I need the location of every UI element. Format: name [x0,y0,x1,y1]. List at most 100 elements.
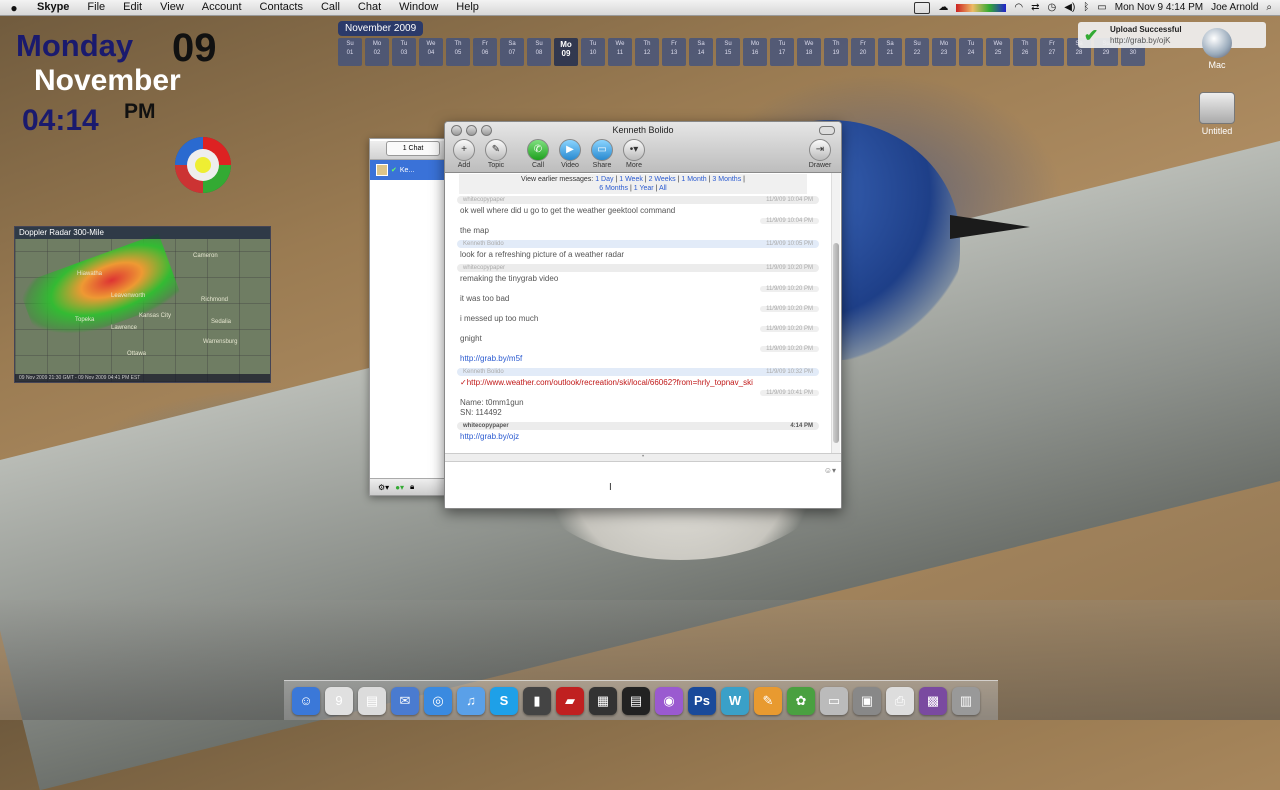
menubar-user[interactable]: Joe Arnold [1211,2,1258,13]
safari-icon[interactable]: ◎ [424,686,452,715]
message-time: 11/9/09 10:20 PM [766,265,813,271]
lock-icon[interactable]: 🔒︎ [410,482,414,492]
topic-button[interactable]: ✎ Topic [479,139,513,169]
chats-selector[interactable]: 1 Chat [386,141,440,156]
desktop-icon-mac[interactable]: Mac [1187,28,1247,70]
clock-icon[interactable]: ◷ [1048,2,1057,13]
film-icon[interactable]: ▦ [589,686,617,715]
menu-view[interactable]: View [151,0,193,15]
toolbar-toggle-button[interactable] [819,126,835,135]
drive-icon[interactable]: ▭ [820,686,848,715]
earlier-link-1-day[interactable]: 1 Day [595,176,613,183]
calendar-day-number: 04 [427,50,435,56]
plant-icon[interactable]: ✿ [787,686,815,715]
message-input[interactable]: I ☺▾ [445,462,841,508]
calendar-day: Su [913,41,921,47]
spotlight-icon[interactable]: ⌕ [1266,2,1272,13]
calendar-day-number: 19 [832,50,840,56]
calendar-day-number: 03 [400,50,408,56]
split-handle[interactable]: • [445,453,841,462]
trash-icon[interactable]: ▥ [952,686,980,715]
earlier-link-1-month[interactable]: 1 Month [681,176,706,183]
apple-menu-icon[interactable]: ● [0,1,28,15]
chat-titlebar: Kenneth Bolido + Add ✎ Topic ✆ Call ▶ Vi… [445,122,841,173]
camera-icon[interactable] [914,1,931,14]
chat-scrollbar[interactable] [831,173,840,453]
itunes-icon[interactable]: ♫ [457,686,485,715]
calendar-day-number: 09 [561,49,571,58]
calendar-day-cell: We 18 [797,38,821,66]
calendar-day: Su [724,41,732,47]
media-icon[interactable]: ▩ [919,686,947,715]
skype-icon[interactable]: S [490,686,518,715]
earlier-link-6-months[interactable]: 6 Months [599,185,628,192]
trash-can-icon[interactable]: ▮ [523,686,551,715]
menubar-clock[interactable]: Mon Nov 9 4:14 PM [1115,2,1203,13]
book-icon[interactable]: ▰ [556,686,584,715]
chats-list-window: 1 Chat ✔ Ke... ⚙▾ ●▾ 🔒︎ [369,138,447,496]
calendar-day: We [993,41,1003,47]
menu-file[interactable]: File [78,0,114,15]
calendar-day: Mo [372,41,382,47]
menu-help[interactable]: Help [447,0,488,15]
battery-icon[interactable]: ▭ [1097,2,1106,13]
brush-icon[interactable]: ✎ [754,686,782,715]
system-meter-icon[interactable] [956,3,1007,12]
mail-icon[interactable]: ✉ [391,686,419,715]
message-author: whitecopypaper [463,423,509,429]
menu-edit[interactable]: Edit [114,0,151,15]
status-icon[interactable]: ●▾ [395,483,404,492]
add-button[interactable]: + Add [447,139,481,169]
sync-icon[interactable]: ⇄ [1031,2,1039,13]
earlier-link-1-week[interactable]: 1 Week [619,176,643,183]
finder-icon[interactable]: ☺ [292,686,320,715]
more-button[interactable]: •▾ More [617,139,651,169]
message-link[interactable]: http://grab.by/ojz [460,432,519,441]
message-link[interactable]: http://grab.by/m5f [460,354,522,363]
share-button[interactable]: ▭ Share [585,139,619,169]
preview-icon[interactable]: ▤ [358,686,386,715]
calendar-day-number: 11 [616,50,624,56]
menu-app-skype[interactable]: Skype [28,0,78,15]
ical-icon[interactable]: 9 [325,686,353,715]
gear-icon[interactable]: ⚙▾ [378,483,389,492]
calendar-day: Th [454,41,462,47]
scrollbar-thumb[interactable] [833,243,839,443]
cloud-icon[interactable]: ☁ [938,2,948,13]
call-button[interactable]: ✆ Call [521,139,555,169]
clapper-icon[interactable]: ▤ [622,686,650,715]
calendar-day: Tu [589,41,597,47]
screenshot-icon[interactable]: ▣ [853,686,881,715]
dreamweaver-icon[interactable]: W [721,686,749,715]
earlier-link-2-weeks[interactable]: 2 Weeks [649,176,676,183]
menu-contacts[interactable]: Contacts [251,0,312,15]
doppler-radar-map: Doppler Radar 300-Mile Cameron Hiawatha … [14,226,271,383]
earlier-link-1-year[interactable]: 1 Year [634,185,654,192]
drawer-button[interactable]: ⇥ Drawer [803,139,837,169]
calendar-day-number: 14 [697,50,705,56]
volume-icon[interactable]: ◀) [1064,2,1075,13]
calendar-day-number: 23 [940,50,948,56]
radar-city: Sedalia [211,319,232,325]
emoticon-icon[interactable]: ☺▾ [824,466,836,475]
menu-account[interactable]: Account [193,0,251,15]
bluetooth-icon[interactable]: ᛒ [1083,2,1089,13]
photoshop-icon[interactable]: Ps [688,686,716,715]
menu-chat[interactable]: Chat [349,0,390,15]
earlier-link-3-months[interactable]: 3 Months [712,176,741,183]
calendar-day-number: 17 [778,50,786,56]
video-button[interactable]: ▶ Video [553,139,587,169]
color-wheel-icon[interactable]: ◉ [655,686,683,715]
printer-icon[interactable]: ⎙ [886,686,914,715]
wifi-icon[interactable]: ◠ [1014,2,1023,13]
earlier-messages: View earlier messages: 1 Day | 1 Week | … [459,174,807,194]
menu-call[interactable]: Call [312,0,349,15]
menu-window[interactable]: Window [390,0,447,15]
message-author: whitecopypaper [463,197,506,203]
chat-window: Kenneth Bolido + Add ✎ Topic ✆ Call ▶ Vi… [444,121,842,509]
desktop-icon-untitled[interactable]: Untitled [1187,92,1247,136]
calendar-day-cell: Tu 03 [392,38,416,66]
earlier-link-all[interactable]: All [659,185,667,192]
chat-list-item[interactable]: ✔ Ke... [370,160,446,180]
message-text: look for a refreshing picture of a weath… [460,250,625,259]
